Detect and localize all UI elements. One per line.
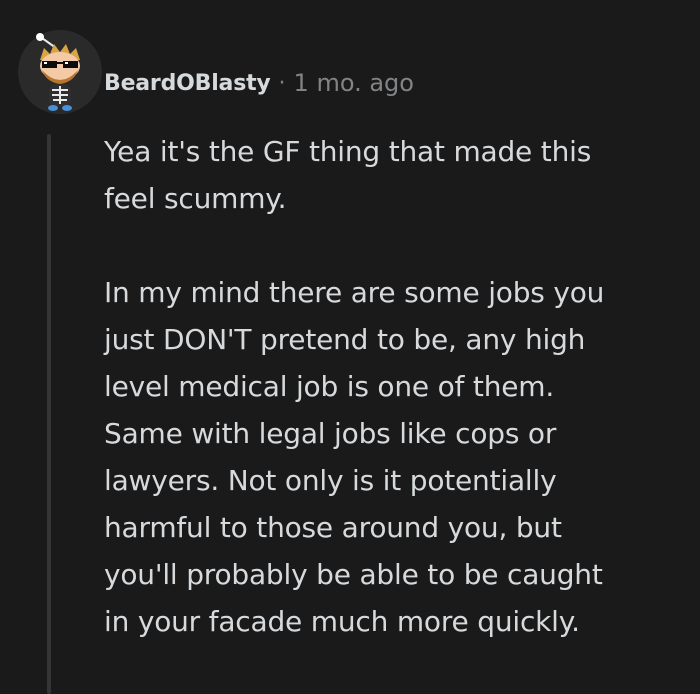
- user-avatar[interactable]: [18, 30, 102, 114]
- comment-paragraph: In my mind there are some jobs you just …: [104, 276, 605, 638]
- comment-timestamp[interactable]: 1 mo. ago: [294, 69, 414, 97]
- comment-body: Yea it's the GF thing that made this fee…: [104, 128, 694, 645]
- thread-collapse-line[interactable]: [47, 134, 51, 694]
- meta-separator: ·: [278, 70, 286, 96]
- avatar-icon: [18, 30, 102, 114]
- comment-meta: BeardOBlasty · 1 mo. ago: [104, 66, 414, 100]
- comment-paragraph: Yea it's the GF thing that made this fee…: [104, 135, 592, 215]
- author-username[interactable]: BeardOBlasty: [104, 71, 271, 96]
